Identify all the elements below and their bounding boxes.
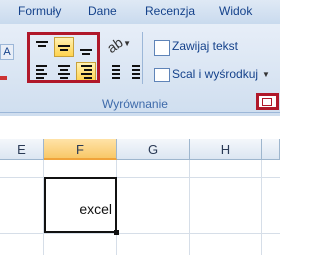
- group-separator: [142, 32, 143, 84]
- column-header-h[interactable]: H: [190, 139, 262, 160]
- merge-center-button[interactable]: Scal i wyśrodkuj: [172, 67, 258, 81]
- ribbon-tabs: Formuły Dane Recenzja Widok: [0, 0, 280, 25]
- column-header-g[interactable]: G: [117, 139, 190, 160]
- wrap-text-icon: [154, 40, 170, 56]
- tab-review[interactable]: Recenzja: [145, 4, 195, 18]
- previous-group-fragment: A: [0, 34, 14, 90]
- orientation-button[interactable]: ab ▼: [104, 34, 134, 56]
- dialog-launcher-icon: [262, 98, 272, 106]
- merge-center-icon: [154, 68, 170, 82]
- wrap-text-button[interactable]: Zawijaj tekst: [172, 39, 238, 53]
- tab-formulas[interactable]: Formuły: [18, 4, 61, 18]
- font-size-up-icon[interactable]: A: [0, 44, 14, 60]
- increase-indent-button[interactable]: [124, 62, 144, 82]
- chevron-down-icon[interactable]: ▼: [262, 70, 270, 79]
- dialog-launcher-button[interactable]: [256, 93, 279, 110]
- tab-view[interactable]: Widok: [219, 4, 252, 18]
- tab-data[interactable]: Dane: [88, 4, 117, 18]
- decrease-indent-button[interactable]: [104, 62, 124, 82]
- fill-handle[interactable]: [114, 230, 119, 235]
- chevron-down-icon: ▼: [123, 39, 131, 48]
- font-color-icon[interactable]: [0, 76, 7, 80]
- active-cell[interactable]: excel: [44, 177, 117, 233]
- spreadsheet-grid: E F G H: [0, 139, 280, 255]
- alignment-highlight: [27, 32, 100, 83]
- cell-value: excel: [79, 201, 112, 217]
- ribbon-bottom-border: [0, 112, 280, 113]
- column-header-f[interactable]: F: [44, 139, 117, 160]
- column-header-e[interactable]: E: [0, 139, 44, 160]
- group-label: Wyrównanie: [102, 97, 168, 111]
- column-header-next[interactable]: [262, 139, 280, 160]
